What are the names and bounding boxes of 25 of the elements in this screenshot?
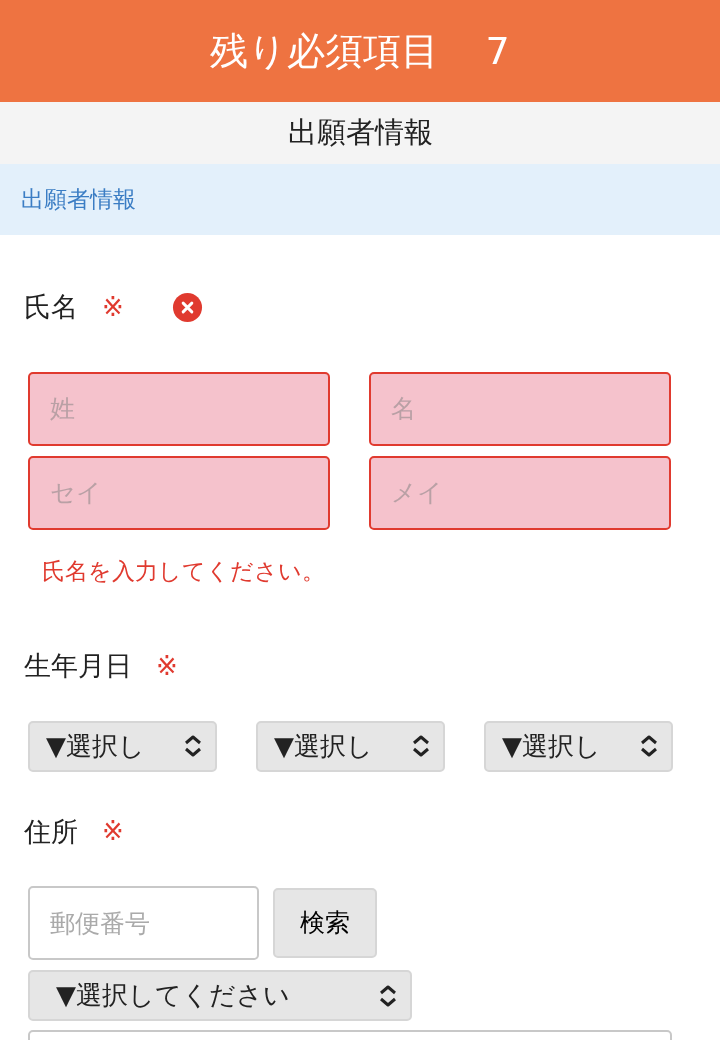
input-field[interactable]: 名 bbox=[369, 371, 671, 446]
input-field[interactable]: セイ bbox=[28, 455, 330, 530]
required-mark: ※ bbox=[102, 815, 124, 849]
select-dropdown[interactable]: ▼選択してください bbox=[28, 970, 412, 1021]
postal-code-field[interactable]: 郵便番号 bbox=[28, 886, 259, 960]
select-dropdown[interactable]: ▼選択し bbox=[28, 720, 217, 772]
chevron-updown-icon bbox=[378, 983, 398, 1008]
select-dropdown[interactable]: ▼選択し bbox=[484, 720, 673, 772]
page-title: 出願者情報 bbox=[287, 114, 433, 152]
select-dropdown[interactable]: ▼選択し bbox=[256, 720, 445, 772]
chevron-updown-icon bbox=[411, 734, 431, 758]
chevron-updown-icon bbox=[639, 734, 659, 758]
header-title: 残り必須項目 bbox=[210, 27, 440, 75]
chevron-updown-icon bbox=[183, 734, 203, 758]
field-label: 生年月日 bbox=[24, 649, 132, 683]
input-field[interactable]: 姓 bbox=[28, 371, 330, 446]
required-mark: ※ bbox=[102, 290, 124, 324]
remaining-count: 7 bbox=[485, 27, 510, 75]
error-message: 氏名を入力してください。 bbox=[42, 556, 326, 586]
required-mark: ※ bbox=[156, 649, 178, 683]
field-label: 氏名 bbox=[24, 290, 78, 324]
search-button[interactable]: 検索 bbox=[273, 888, 377, 958]
section-title: 出願者情報 bbox=[21, 185, 136, 215]
field-label: 住所 bbox=[24, 814, 78, 849]
input-field[interactable]: メイ bbox=[369, 455, 671, 530]
